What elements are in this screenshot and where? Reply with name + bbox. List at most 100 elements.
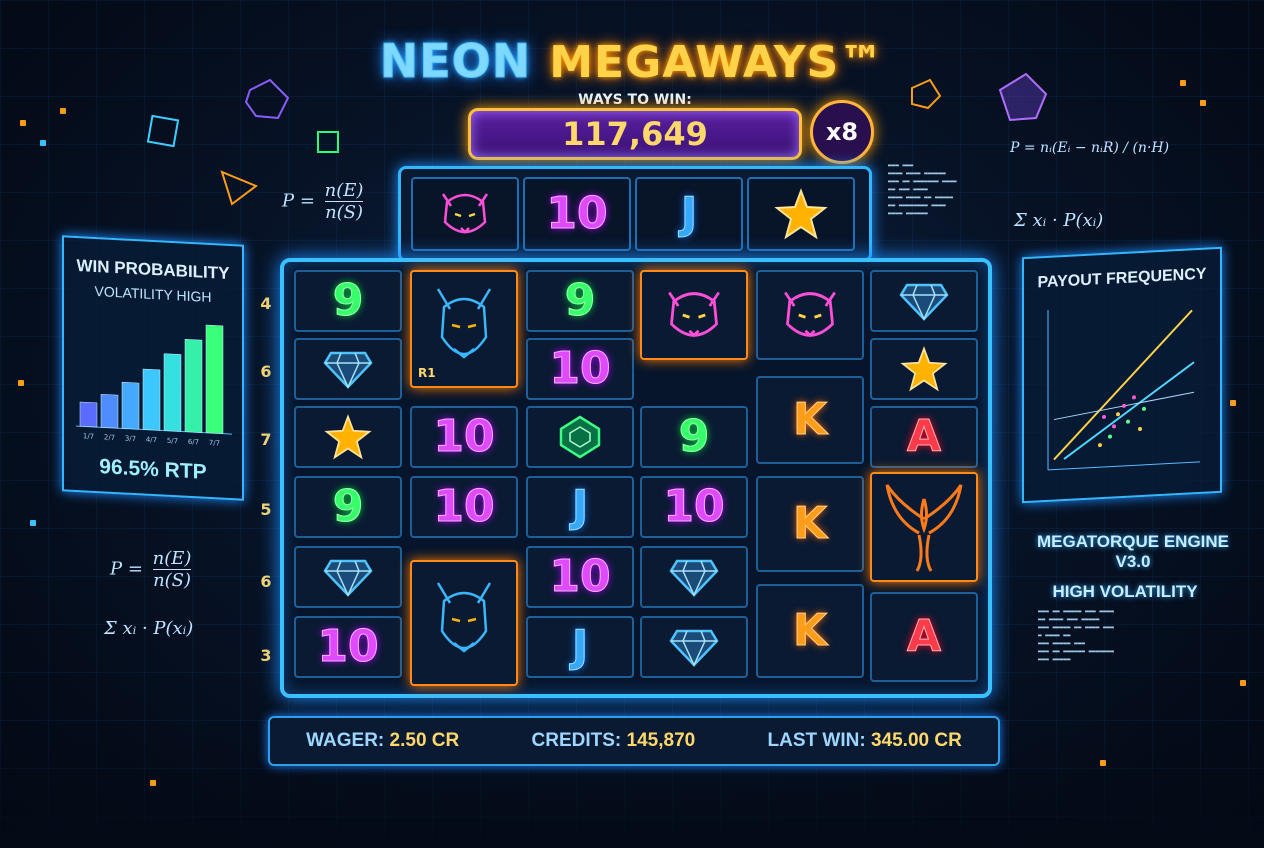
panel-subtitle: VOLATILITY HIGH <box>94 282 212 306</box>
reel-cell: 10 <box>410 406 518 468</box>
symbol-10: 10 <box>433 481 495 532</box>
symbol-9: 9 <box>564 275 596 326</box>
probability-bar <box>121 381 140 430</box>
diamond-icon <box>323 559 373 597</box>
code-snippet: ▬▬▬ ▬▬▬ ▬▬▬▬ ▬▬▬▬ ▬▬▬▬▬▬ ▬▬▬ ▬▬ ▬▬▬▬▬▬▬ ▬▬… <box>888 162 957 217</box>
symbol-a: A <box>906 411 942 462</box>
top-reel-cell <box>411 177 519 251</box>
formula-denominator: n(S) <box>325 202 364 223</box>
reel-cell: 10 <box>640 476 748 538</box>
dragon-tag: R1 <box>418 366 436 380</box>
bar-tick-label: 5/7 <box>167 437 178 446</box>
reel-height-label: 6 <box>260 362 272 381</box>
wager-display: WAGER: 2.50 CR <box>306 730 459 752</box>
status-bar: WAGER: 2.50 CR CREDITS: 145,870 LAST WIN… <box>268 716 1000 766</box>
symbol-k: K <box>792 394 828 445</box>
diamond-icon <box>669 559 719 597</box>
reel-cell: 9 <box>526 270 634 332</box>
top-reel-cell <box>747 177 855 251</box>
reel-cell-dragon-win: R1 <box>410 270 518 388</box>
credits-value: 145,870 <box>626 730 696 751</box>
diamond-icon <box>669 629 719 667</box>
reel-cell: 9 <box>294 476 402 538</box>
reel-height-label: 3 <box>260 646 272 665</box>
symbol-10: 10 <box>317 621 379 672</box>
game-title: NEON MEGAWAYS™ <box>0 34 1264 89</box>
diamond-icon <box>899 283 949 321</box>
reel-height-label: 6 <box>260 572 272 591</box>
symbol-10: 10 <box>663 481 725 532</box>
tiger-icon <box>668 291 720 338</box>
scatter-plot <box>1047 309 1200 471</box>
expectation-formula: Σ xᵢ · P(xᵢ) <box>1014 210 1104 231</box>
reel-cell: J <box>526 476 634 538</box>
dragon-icon <box>436 288 492 359</box>
reel-cell: K <box>756 376 864 464</box>
reel-board: 9 9 10 R1 10 10 9 10 J 10 J 9 10 K K K A… <box>280 258 992 698</box>
probability-bar <box>184 339 203 433</box>
symbol-j: J <box>571 481 589 532</box>
top-reel-cell: J <box>635 177 743 251</box>
ways-label: WAYS TO WIN: <box>578 92 692 108</box>
reel-cell: J <box>526 616 634 678</box>
probability-formula: P = n(E) n(S) <box>110 548 192 591</box>
expectation-formula: Σ xᵢ · P(xᵢ) <box>104 618 194 639</box>
engine-label: MEGATORQUE ENGINE V3.0 <box>1036 532 1230 571</box>
reel-cell: A <box>870 592 978 682</box>
reel-cell: 9 <box>640 406 748 468</box>
code-snippet: ▬▬▬ ▬▬ ▬▬▬▬▬ ▬▬▬ ▬▬▬▬ ▬▬ ▬▬▬▬ ▬▬▬ ▬▬▬▬▬ ▬▬… <box>1038 608 1114 663</box>
volatility-label: HIGH VOLATILITY <box>1052 582 1198 601</box>
symbol-10: 10 <box>549 551 611 602</box>
reel-cell-tiger-win <box>640 270 748 360</box>
reel-cell <box>870 338 978 400</box>
formula-denominator: n(S) <box>153 570 192 591</box>
symbol-10: 10 <box>549 343 611 394</box>
symbol-9: 9 <box>678 411 710 462</box>
probability-bar <box>142 368 161 431</box>
title-megaways: MEGAWAYS™ <box>549 37 885 88</box>
reel-height-label: 5 <box>260 500 272 519</box>
reel-cell <box>294 406 402 468</box>
symbol-k: K <box>792 498 828 549</box>
symbol-9: 9 <box>332 275 364 326</box>
probability-bar <box>163 353 182 432</box>
credits-display: CREDITS: 145,870 <box>532 730 696 752</box>
credits-label: CREDITS: <box>531 730 622 751</box>
symbol-j: J <box>571 621 589 672</box>
reel-cell: 10 <box>294 616 402 678</box>
symbol-k: K <box>792 605 828 656</box>
formula-numerator: n(E) <box>324 180 364 202</box>
probability-bar <box>205 324 224 434</box>
payout-formula: P = nᵢ(Eᵢ − nᵢR) / (n·H) <box>1010 140 1170 156</box>
multiplier-badge: x8 <box>810 100 874 164</box>
symbol-10: 10 <box>546 188 608 239</box>
reel-cell <box>756 270 864 360</box>
reel-cell <box>640 616 748 678</box>
reel-cell-dragon-win <box>410 560 518 686</box>
bar-tick-label: 3/7 <box>125 435 136 444</box>
reel-height-label: 7 <box>260 430 272 449</box>
reel-cell <box>294 546 402 608</box>
bar-tick-label: 2/7 <box>104 433 115 442</box>
diamond-icon <box>323 351 373 389</box>
symbol-10: 10 <box>433 411 495 462</box>
probability-formula: P = n(E) n(S) <box>282 180 364 223</box>
formula-lhs: P = <box>282 190 315 212</box>
reel-cell <box>640 546 748 608</box>
reel-cell-phoenix <box>870 472 978 582</box>
probability-bar <box>79 401 98 428</box>
payout-frequency-panel: PAYOUT FREQUENCY <box>1022 246 1222 504</box>
bar-tick-label: 4/7 <box>146 436 157 445</box>
dragon-icon <box>436 582 492 653</box>
bar-tick-label: 7/7 <box>209 439 220 448</box>
star-icon <box>324 414 372 460</box>
bar-tick-label: 6/7 <box>188 438 199 447</box>
wager-label: WAGER: <box>306 730 385 751</box>
reel-cell: A <box>870 406 978 468</box>
formula-numerator: n(E) <box>152 548 192 570</box>
symbol-j: J <box>680 188 698 239</box>
emerald-icon <box>559 415 601 459</box>
reel-cell: K <box>756 476 864 572</box>
probability-bar-chart: 1/7 2/7 3/7 4/7 5/7 6/7 7/7 <box>76 324 232 448</box>
formula-lhs: P = <box>110 558 143 580</box>
